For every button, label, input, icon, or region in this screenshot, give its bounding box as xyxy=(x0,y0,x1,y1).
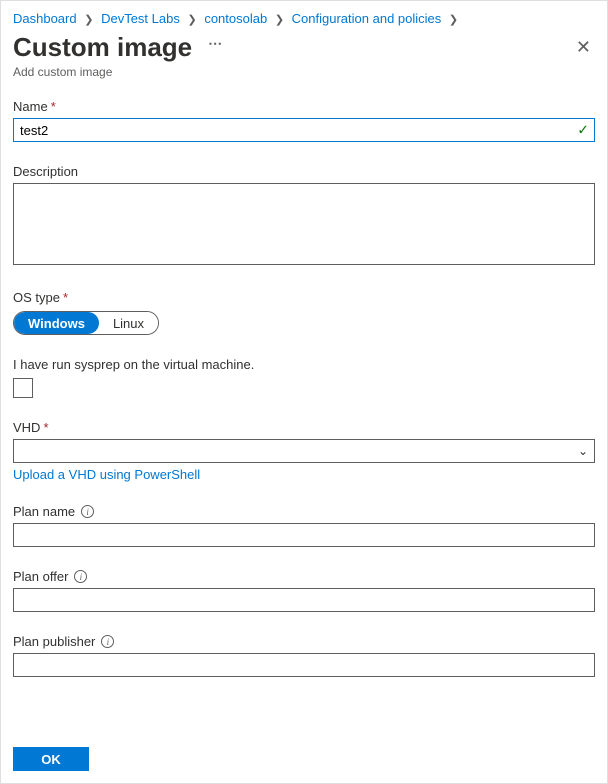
page-subtitle: Add custom image xyxy=(1,65,607,99)
os-type-toggle: Windows Linux xyxy=(13,311,159,335)
chevron-right-icon: ❯ xyxy=(275,14,284,26)
checkmark-icon: ✓ xyxy=(577,122,589,139)
sysprep-checkbox[interactable] xyxy=(13,378,33,398)
vhd-dropdown[interactable]: ⌄ xyxy=(13,439,595,463)
chevron-right-icon: ❯ xyxy=(187,14,196,26)
chevron-right-icon: ❯ xyxy=(449,14,458,26)
page-header: Custom image ⋯ ✕ xyxy=(1,26,607,65)
description-label: Description xyxy=(13,164,595,179)
breadcrumb-configuration[interactable]: Configuration and policies xyxy=(292,11,442,26)
plan-publisher-label: Plan publisher i xyxy=(13,634,595,649)
description-input[interactable] xyxy=(13,183,595,265)
plan-name-label: Plan name i xyxy=(13,504,595,519)
vhd-label: VHD* xyxy=(13,420,595,435)
breadcrumb-dashboard[interactable]: Dashboard xyxy=(13,11,77,26)
close-icon[interactable]: ✕ xyxy=(572,37,595,58)
ok-button[interactable]: OK xyxy=(13,747,89,771)
os-type-label: OS type* xyxy=(13,290,595,305)
info-icon[interactable]: i xyxy=(101,635,114,648)
plan-offer-input[interactable] xyxy=(13,588,595,612)
info-icon[interactable]: i xyxy=(74,570,87,583)
plan-publisher-input[interactable] xyxy=(13,653,595,677)
info-icon[interactable]: i xyxy=(81,505,94,518)
breadcrumb-devtestlabs[interactable]: DevTest Labs xyxy=(101,11,180,26)
name-label: Name* xyxy=(13,99,595,114)
os-type-windows[interactable]: Windows xyxy=(14,312,99,334)
sysprep-label: I have run sysprep on the virtual machin… xyxy=(13,357,595,372)
chevron-right-icon: ❯ xyxy=(84,14,93,26)
breadcrumb-contosolab[interactable]: contosolab xyxy=(204,11,267,26)
os-type-linux[interactable]: Linux xyxy=(99,312,158,334)
plan-name-input[interactable] xyxy=(13,523,595,547)
chevron-down-icon: ⌄ xyxy=(578,444,588,458)
upload-vhd-link[interactable]: Upload a VHD using PowerShell xyxy=(13,467,200,482)
plan-offer-label: Plan offer i xyxy=(13,569,595,584)
page-title: Custom image ⋯ xyxy=(13,32,223,63)
name-input[interactable] xyxy=(13,118,595,142)
breadcrumb: Dashboard ❯ DevTest Labs ❯ contosolab ❯ … xyxy=(1,1,607,26)
more-icon[interactable]: ⋯ xyxy=(208,35,223,52)
